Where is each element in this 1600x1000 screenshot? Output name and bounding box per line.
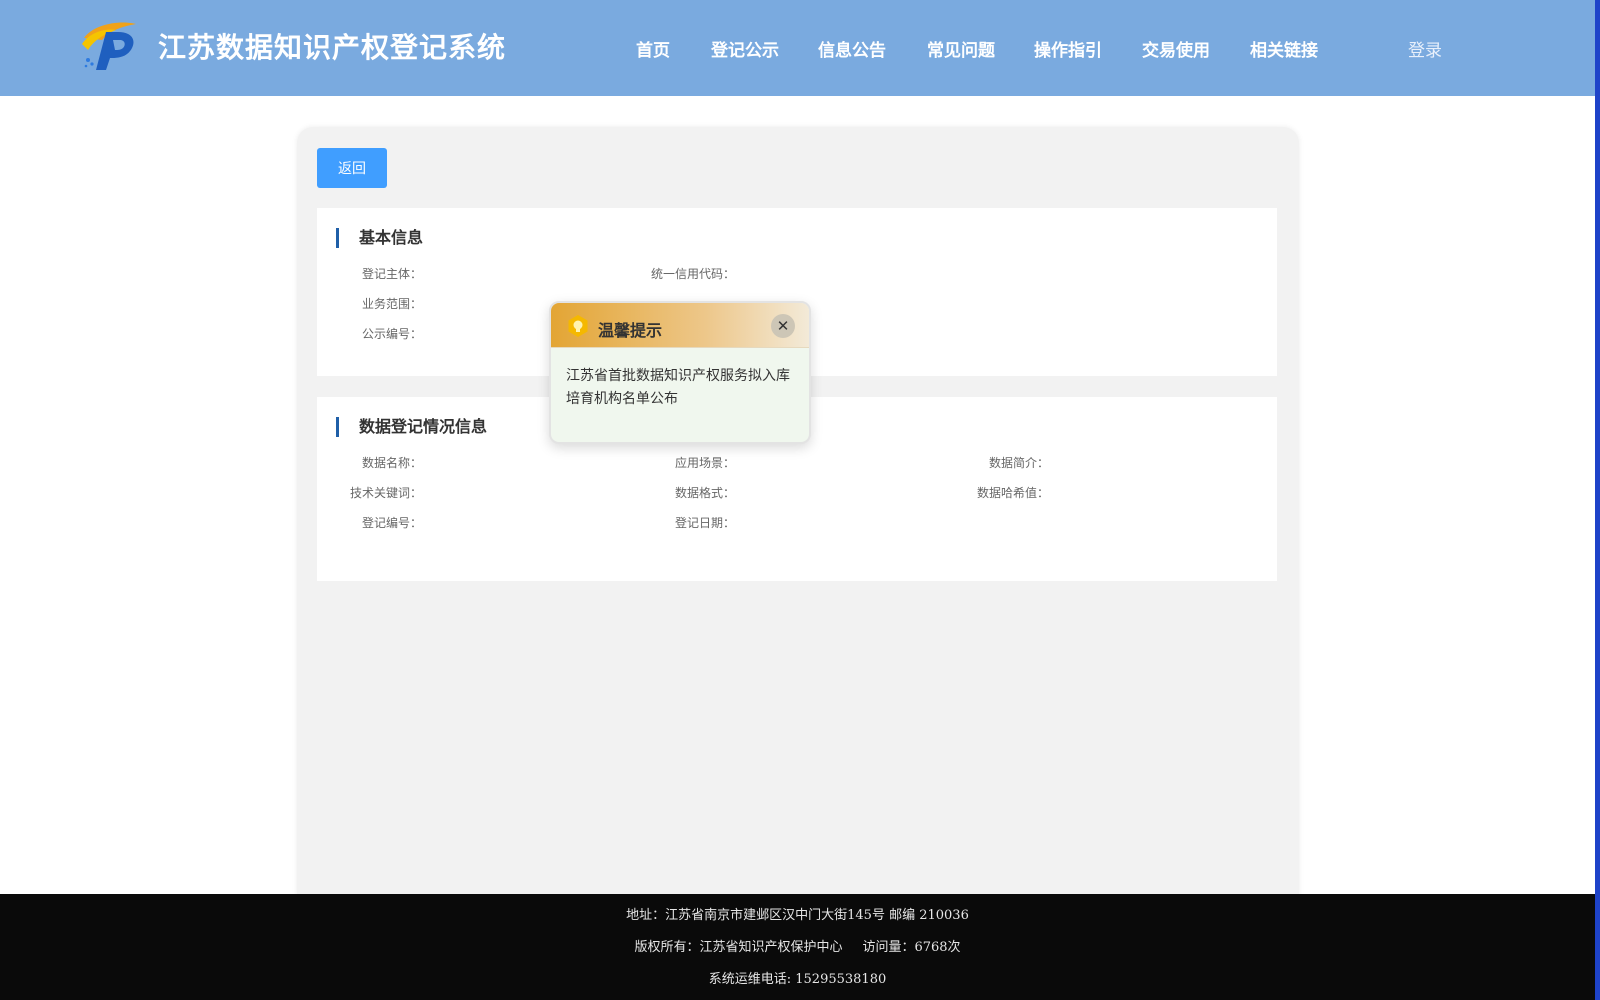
back-button[interactable]: 返回 xyxy=(317,148,387,188)
field-label-scenario: 应用场景： xyxy=(674,456,735,470)
nav-item-home[interactable]: 首页 xyxy=(636,36,670,61)
site-footer: 地址：江苏省南京市建邺区汉中门大街145号 邮编 210036 版权所有：江苏省… xyxy=(0,894,1595,1000)
field-label-keywords: 技术关键词： xyxy=(349,486,422,500)
close-icon[interactable]: ✕ xyxy=(771,314,795,338)
nav-item-announcements[interactable]: 信息公告 xyxy=(818,36,886,61)
page-scrollbar[interactable] xyxy=(1595,0,1600,1000)
footer-copyright: 版权所有：江苏省知识产权保护中心 xyxy=(634,940,843,955)
field-label-subject: 登记主体： xyxy=(361,267,422,281)
footer-copyright-line: 版权所有：江苏省知识产权保护中心 访问量：6768次 xyxy=(0,936,1595,955)
field-label-format: 数据格式： xyxy=(674,486,735,500)
site-header: 江苏数据知识产权登记系统 首页 登记公示 信息公告 常见问题 操作指引 交易使用… xyxy=(0,0,1595,96)
field-label-reg-date: 登记日期： xyxy=(674,516,735,530)
popup-title: 温馨提示 xyxy=(598,321,663,340)
site-logo xyxy=(82,22,136,70)
field-label-data-name: 数据名称： xyxy=(361,456,422,470)
field-label-scope: 业务范围： xyxy=(361,297,422,311)
site-title: 江苏数据知识产权登记系统 xyxy=(158,31,507,64)
nav-item-faq[interactable]: 常见问题 xyxy=(927,36,995,61)
field-label-reg-no: 登记编号： xyxy=(361,516,422,530)
nav-item-guide[interactable]: 操作指引 xyxy=(1034,36,1102,61)
field-label-publicity-no: 公示编号： xyxy=(361,327,422,341)
nav-item-related-links[interactable]: 相关链接 xyxy=(1250,36,1318,61)
field-label-credit-code: 统一信用代码： xyxy=(650,267,735,281)
popup-header: 温馨提示 ✕ xyxy=(551,303,809,348)
footer-address: 地址：江苏省南京市建邺区汉中门大街145号 邮编 210036 xyxy=(626,908,969,923)
popup-message[interactable]: 江苏省首批数据知识产权服务拟入库培育机构名单公布 xyxy=(566,365,798,411)
field-label-summary: 数据简介： xyxy=(988,456,1049,470)
nav-item-trade-use[interactable]: 交易使用 xyxy=(1142,36,1210,61)
detail-card: 返回 基本信息 登记主体： 统一信用代码： 业务范围： 公示编号： 数据登记情况… xyxy=(297,127,1299,897)
section-title-data-registration: 数据登记情况信息 xyxy=(336,417,487,437)
footer-phone: 系统运维电话: 15295538180 xyxy=(708,972,887,987)
notice-popup: 温馨提示 ✕ 江苏省首批数据知识产权服务拟入库培育机构名单公布 xyxy=(549,301,811,444)
field-label-hash: 数据哈希值： xyxy=(976,486,1049,500)
login-link[interactable]: 登录 xyxy=(1408,36,1442,61)
nav-item-registration-publicity[interactable]: 登记公示 xyxy=(711,36,779,61)
lightbulb-icon xyxy=(568,315,588,337)
footer-visits: 访问量：6768次 xyxy=(862,940,961,955)
section-title-basic-info: 基本信息 xyxy=(336,228,423,248)
